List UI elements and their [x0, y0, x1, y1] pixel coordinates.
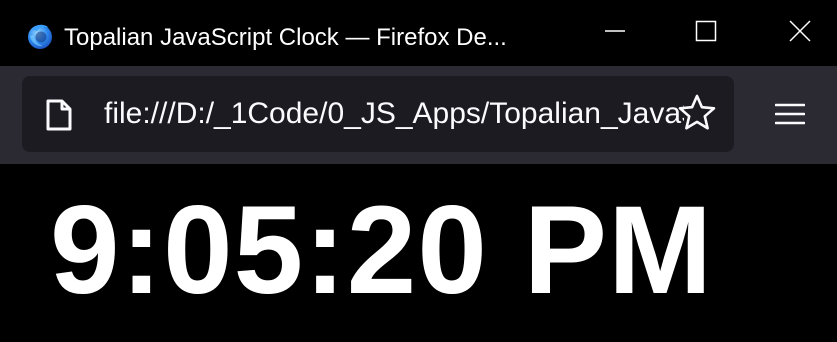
minimize-button[interactable] — [585, 6, 645, 60]
maximize-icon — [695, 20, 717, 47]
minimize-icon — [604, 20, 626, 47]
hamburger-menu-icon — [774, 102, 806, 131]
navigation-toolbar: file:///D:/_1Code/0_JS_Apps/Topalian_Jav… — [0, 66, 837, 164]
url-bar[interactable]: file:///D:/_1Code/0_JS_Apps/Topalian_Jav… — [22, 76, 734, 152]
browser-window: Topalian JavaScript Clock — Firefox De..… — [0, 0, 837, 342]
close-button[interactable] — [770, 6, 830, 60]
star-icon — [677, 93, 717, 138]
page-content: 9:05:20 PM — [0, 164, 837, 342]
firefox-developer-icon — [26, 22, 54, 50]
close-icon — [789, 19, 811, 47]
maximize-button[interactable] — [676, 6, 736, 60]
window-title: Topalian JavaScript Clock — Firefox De..… — [64, 24, 507, 51]
bookmark-star-button[interactable] — [676, 94, 718, 136]
page-icon[interactable] — [44, 98, 74, 132]
url-text[interactable]: file:///D:/_1Code/0_JS_Apps/Topalian_Jav… — [104, 94, 684, 134]
clock-time: 9:05:20 PM — [50, 181, 714, 320]
title-bar[interactable]: Topalian JavaScript Clock — Firefox De..… — [0, 0, 837, 66]
app-menu-button[interactable] — [764, 94, 816, 138]
